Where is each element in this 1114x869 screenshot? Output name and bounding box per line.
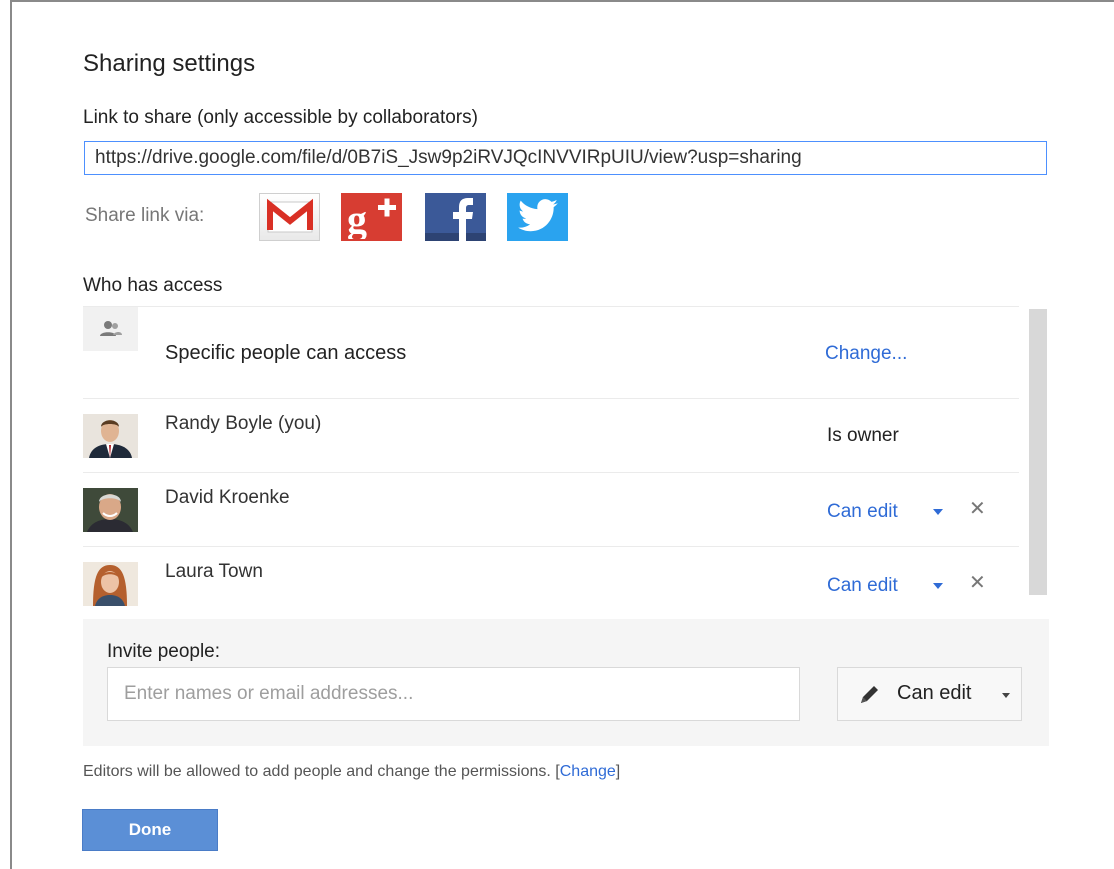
share-gmail-button[interactable] [259, 193, 320, 241]
twitter-icon [517, 199, 558, 232]
window-frame-top [10, 0, 1114, 2]
invite-permission-dropdown[interactable]: Can edit [837, 667, 1022, 721]
person-row-laura-town: Laura Town Can edit ✕ [83, 547, 1019, 606]
caret-down-icon[interactable] [933, 509, 943, 515]
editors-permission-note: Editors will be allowed to add people an… [83, 763, 620, 781]
invite-panel: Invite people: Can edit [83, 619, 1049, 746]
person-row-randy-boyle: Randy Boyle (you) Is owner [83, 399, 1019, 473]
editors-note-text: Editors will be allowed to add people an… [83, 763, 551, 780]
share-facebook-button[interactable] [425, 193, 486, 241]
person-name-laura-town: Laura Town [165, 561, 263, 582]
editors-note-bracket-close: ] [615, 763, 621, 780]
caret-down-icon[interactable] [933, 583, 943, 589]
invite-people-label: Invite people: [107, 641, 221, 662]
share-link-field[interactable] [84, 141, 1047, 175]
dialog-title: Sharing settings [83, 50, 256, 77]
gmail-icon [266, 198, 313, 233]
editors-change-link[interactable]: Change [560, 763, 616, 780]
google-plus-icon: g [347, 197, 396, 239]
share-link-via-label: Share link via: [85, 205, 205, 226]
person-row-david-kroenke: David Kroenke Can edit ✕ [83, 473, 1019, 547]
share-google-plus-button[interactable]: g [341, 193, 402, 241]
remove-david-icon[interactable]: ✕ [969, 499, 986, 519]
svg-text:g: g [347, 197, 367, 239]
link-to-share-label: Link to share (only accessible by collab… [83, 107, 478, 128]
facebook-icon [425, 198, 486, 241]
share-twitter-button[interactable] [507, 193, 568, 241]
invite-people-input[interactable] [107, 667, 800, 721]
avatar-david-kroenke [83, 488, 138, 532]
general-access-label: Specific people can access [165, 342, 407, 364]
role-owner-label: Is owner [827, 425, 899, 446]
access-list-scrollbar[interactable] [1029, 309, 1047, 595]
who-has-access-label: Who has access [83, 275, 223, 296]
caret-down-icon [1002, 693, 1010, 698]
avatar-randy-boyle [83, 414, 138, 458]
invite-permission-label: Can edit [897, 682, 972, 704]
role-dropdown-david[interactable]: Can edit [827, 501, 898, 523]
access-list: Specific people can access Change... Ran… [83, 306, 1019, 606]
role-dropdown-laura[interactable]: Can edit [827, 575, 898, 597]
remove-laura-icon[interactable]: ✕ [969, 573, 986, 593]
general-access-row: Specific people can access Change... [83, 307, 1019, 399]
people-icon [99, 321, 122, 336]
window-frame-left [10, 0, 12, 869]
avatar-laura-town [83, 562, 138, 606]
general-access-avatar [83, 307, 138, 351]
person-name-randy-boyle: Randy Boyle (you) [165, 413, 322, 434]
change-access-link[interactable]: Change... [825, 343, 907, 365]
done-button[interactable]: Done [82, 809, 218, 851]
person-name-david-kroenke: David Kroenke [165, 487, 290, 508]
pencil-icon [861, 686, 878, 703]
